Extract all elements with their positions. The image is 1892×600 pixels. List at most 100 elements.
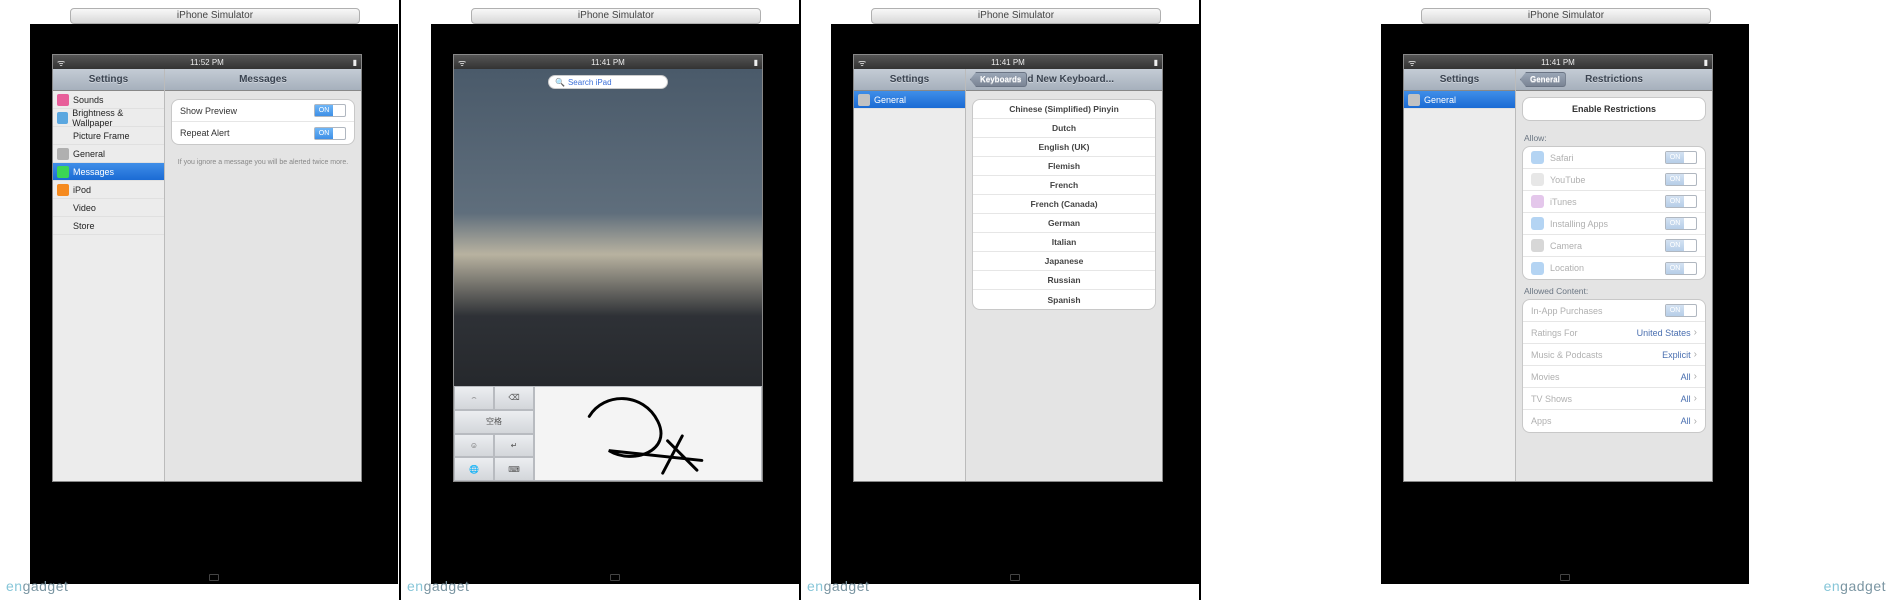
setting-label: Show Preview [180,106,314,116]
back-button[interactable]: General [1520,72,1566,87]
status-bar: ᯤ 11:41 PM ▮ [454,55,762,69]
settings-sidebar: Settings General [1404,69,1516,481]
keyboard-option[interactable]: Chinese (Simplified) Pinyin [973,100,1155,119]
restriction-row-camera: Camera ON [1523,235,1705,257]
app-icon [1531,239,1544,252]
space-key[interactable]: 空格 [454,410,534,434]
gear-icon [858,94,870,106]
simulator-titlebar: iPhone Simulator [70,8,360,24]
allow-group: Safari ON YouTube ON iTunes ON Installin… [1522,146,1706,280]
app-icon [1531,173,1544,186]
battery-icon: ▮ [1704,58,1708,67]
battery-icon: ▮ [754,58,758,67]
ipad-screen: ᯤ 11:41 PM ▮ Settings General Keyboards … [853,54,1163,482]
setting-label: Camera [1550,241,1665,251]
sidebar-item-brightness-wallpaper[interactable]: Brightness & Wallpaper [53,109,164,127]
toggle-switch: ON [1665,217,1697,230]
delete-key[interactable]: ⌫ [494,386,534,410]
search-input[interactable]: 🔍 Search iPad [548,75,668,89]
sidebar-item-label: General [874,95,906,105]
toggle-switch: ON [1665,262,1697,275]
keyboard-option[interactable]: English (UK) [973,138,1155,157]
sidebar-item-label: iPod [73,185,91,195]
watermark-logo: engadget [6,578,68,594]
app-icon [1531,217,1544,230]
wifi-icon: ᯤ [1408,56,1416,69]
setting-value: All [1681,394,1691,404]
setting-value: Explicit [1662,350,1691,360]
msg-icon [57,166,69,178]
globe-key[interactable]: 🌐 [454,457,494,481]
setting-row-show-preview[interactable]: Show Preview ON [172,100,354,122]
home-button-icon [209,574,219,581]
sidebar-item-label: Picture Frame [73,131,130,141]
toggle-switch[interactable]: ON [314,104,346,117]
sidebar-item-label: Messages [73,167,114,177]
sidebar-item-store[interactable]: Store [53,217,164,235]
restriction-row-installing-apps: Installing Apps ON [1523,213,1705,235]
setting-label: Repeat Alert [180,128,314,138]
content-row-ratings-for: Ratings For United States› [1523,322,1705,344]
keyboard-option[interactable]: Flemish [973,157,1155,176]
keyboard-option[interactable]: Spanish [973,290,1155,309]
chevron-right-icon: › [1694,371,1697,382]
settings-group: Show Preview ON Repeat Alert ON [171,99,355,145]
detail-navbar: Keyboards Add New Keyboard... [966,69,1162,91]
home-button-icon [1010,574,1020,581]
sidebar-item-general[interactable]: General [1404,91,1515,109]
sidebar-item-sounds[interactable]: Sounds [53,91,164,109]
setting-label: Ratings For [1531,328,1637,338]
setting-label: Safari [1550,153,1665,163]
setting-row-repeat-alert[interactable]: Repeat Alert ON [172,122,354,144]
back-button[interactable]: Keyboards [970,72,1027,87]
emoji-key[interactable]: ☺ [454,434,494,458]
return-key[interactable]: ↵ [494,434,534,458]
content-row-tv-shows: TV Shows All› [1523,388,1705,410]
handwriting-canvas[interactable] [534,386,762,481]
footer-hint: If you ignore a message you will be aler… [171,155,355,171]
search-icon: 🔍 [555,78,565,87]
setting-label: Music & Podcasts [1531,350,1662,360]
simulator-titlebar: iPhone Simulator [871,8,1161,24]
keyboard-option[interactable]: Russian [973,271,1155,290]
battery-icon: ▮ [353,58,357,67]
detail-navbar: General Restrictions [1516,69,1712,91]
hide-keyboard-key[interactable]: ⌨ [494,457,534,481]
ipad-screen: ᯤ 11:41 PM ▮ 🔍 Search iPad ⌢ ⌫ 空格 [453,54,763,482]
store-icon [57,220,69,232]
sidebar-item-general[interactable]: General [53,145,164,163]
sidebar-item-general[interactable]: General [854,91,965,109]
keyboard-option[interactable]: Dutch [973,119,1155,138]
sidebar-item-label: General [73,149,105,159]
handwriting-panel: ⌢ ⌫ 空格 ☺ ↵ 🌐 ⌨ [454,386,762,481]
app-icon [1531,262,1544,275]
sidebar-item-ipod[interactable]: iPod [53,181,164,199]
section-label-content: Allowed Content: [1516,280,1712,299]
sidebar-item-video[interactable]: Video [53,199,164,217]
keyboard-option[interactable]: Italian [973,233,1155,252]
keyboard-list: Chinese (Simplified) Pinyin Dutch Englis… [972,99,1156,310]
content-row-movies: Movies All› [1523,366,1705,388]
keyboard-option[interactable]: German [973,214,1155,233]
sidebar-item-picture-frame[interactable]: Picture Frame [53,127,164,145]
toggle-switch: ON [1665,239,1697,252]
sidebar-item-messages[interactable]: Messages [53,163,164,181]
sidebar-item-label: Brightness & Wallpaper [72,108,160,128]
ipod-icon [57,184,69,196]
detail-pane: Keyboards Add New Keyboard... Chinese (S… [966,69,1162,481]
simulator-titlebar: iPhone Simulator [471,8,761,24]
device-bezel: ᯤ 11:41 PM ▮ Settings General Keyboards … [831,24,1199,584]
sidebar-item-label: General [1424,95,1456,105]
setting-value: United States [1637,328,1691,338]
gear-icon [57,148,69,160]
candidate-key[interactable]: ⌢ [454,386,494,410]
toggle-switch[interactable]: ON [314,127,346,140]
keyboard-option[interactable]: French [973,176,1155,195]
keyboard-option[interactable]: Japanese [973,252,1155,271]
keyboard-option[interactable]: French (Canada) [973,195,1155,214]
enable-restrictions-button[interactable]: Enable Restrictions [1522,97,1706,121]
wifi-icon: ᯤ [458,56,466,69]
restriction-row-youtube: YouTube ON [1523,169,1705,191]
status-time: 11:41 PM [1541,58,1575,67]
status-bar: ᯤ 11:41 PM ▮ [1404,55,1712,69]
